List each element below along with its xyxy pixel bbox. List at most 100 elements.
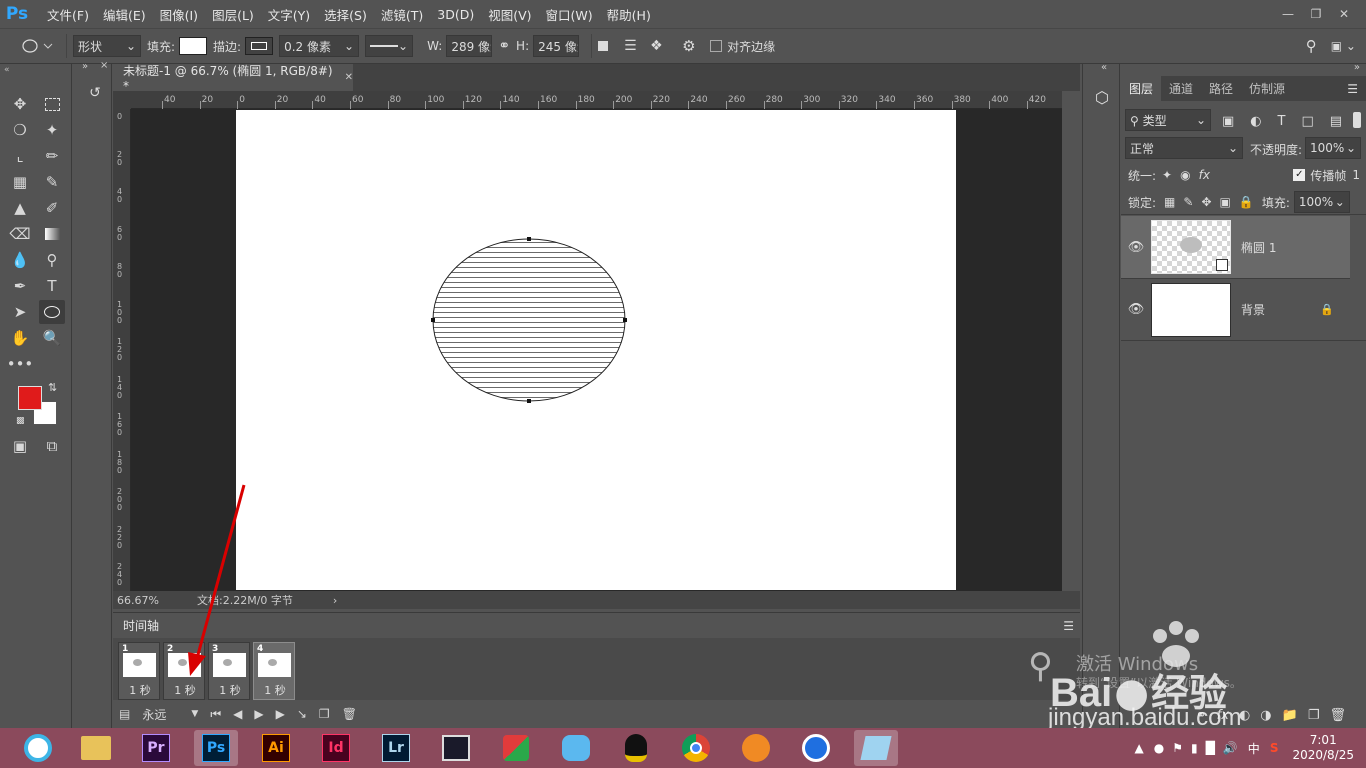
- smart-object-filter-icon[interactable]: ▤: [1330, 114, 1342, 129]
- tray-qq-icon[interactable]: ●: [1154, 741, 1164, 755]
- indesign-icon[interactable]: Id: [314, 730, 358, 766]
- notepad-app-icon[interactable]: [854, 730, 898, 766]
- clone-stamp-tool-icon[interactable]: ▲: [7, 196, 33, 220]
- lock-all-icon[interactable]: 🔒: [1239, 195, 1254, 209]
- crop-tool-icon[interactable]: ⌞: [7, 144, 33, 168]
- qq-icon[interactable]: [614, 730, 658, 766]
- stroke-type-select[interactable]: ⌄: [365, 35, 414, 57]
- menu-layer[interactable]: 图层(L): [205, 5, 261, 24]
- layer-row-ellipse[interactable]: 👁 椭圆 1: [1121, 216, 1350, 278]
- file-explorer-icon[interactable]: [74, 730, 118, 766]
- width-input[interactable]: 289 像素: [446, 35, 493, 57]
- document-tab[interactable]: 未标题-1 @ 66.7% (椭圆 1, RGB/8#) * ✕: [113, 64, 353, 93]
- tween-icon[interactable]: ↘: [297, 707, 307, 721]
- status-menu-icon[interactable]: ›: [333, 594, 337, 607]
- lightroom-icon[interactable]: Lr: [374, 730, 418, 766]
- fill-input[interactable]: 100% ⌄: [1293, 191, 1350, 213]
- restore-icon[interactable]: ❐: [1302, 4, 1330, 24]
- eye-icon[interactable]: 👁: [1121, 302, 1151, 317]
- filter-toggle[interactable]: [1353, 112, 1361, 128]
- history-icon[interactable]: ↺: [83, 82, 107, 104]
- tab-layers[interactable]: 图层: [1121, 76, 1162, 101]
- panel-menu-icon[interactable]: ☰: [1347, 76, 1358, 101]
- pen-tool-icon[interactable]: ✒: [7, 274, 33, 298]
- eyedropper-tool-icon[interactable]: ✏: [39, 144, 65, 168]
- loop-select[interactable]: 永远 ▼: [142, 706, 198, 723]
- quick-mask-icon[interactable]: ▣: [7, 434, 33, 458]
- tab-clone-source[interactable]: 仿制源: [1241, 76, 1293, 101]
- expand-panels-icon[interactable]: »: [82, 61, 88, 72]
- chrome-icon[interactable]: [674, 730, 718, 766]
- duplicate-frame-icon[interactable]: ❐: [319, 707, 330, 721]
- tray-flag-icon[interactable]: ⚑: [1172, 741, 1183, 755]
- align-edges-checkbox[interactable]: 对齐边缘: [710, 34, 775, 58]
- workspace-icon[interactable]: ▣ ⌄: [1331, 34, 1356, 58]
- next-frame-icon[interactable]: ▶: [276, 707, 285, 721]
- 3d-cube-icon[interactable]: ⬡: [1091, 86, 1113, 108]
- tray-expand-icon[interactable]: ▲: [1135, 741, 1144, 755]
- menu-edit[interactable]: 编辑(E): [96, 5, 153, 24]
- menu-view[interactable]: 视图(V): [481, 5, 538, 24]
- swap-colors-icon[interactable]: ⇅: [48, 381, 57, 394]
- lock-position-icon[interactable]: ✥: [1201, 195, 1211, 209]
- stroke-swatch[interactable]: [245, 37, 274, 55]
- link-icon[interactable]: ⚭: [498, 34, 510, 58]
- eye-icon[interactable]: 👁: [1121, 240, 1151, 255]
- play-icon[interactable]: ▶: [254, 707, 263, 721]
- frame-duration[interactable]: 1 秒: [164, 682, 206, 698]
- menu-filter[interactable]: 滤镜(T): [374, 5, 430, 24]
- history-brush-tool-icon[interactable]: ✐: [39, 196, 65, 220]
- menu-select[interactable]: 选择(S): [317, 5, 374, 24]
- previous-frame-icon[interactable]: ◀: [233, 707, 242, 721]
- first-frame-icon[interactable]: ⏮: [210, 707, 221, 722]
- close-panel-icon[interactable]: ×: [100, 60, 108, 71]
- healing-brush-tool-icon[interactable]: ▦: [7, 170, 33, 194]
- convert-timeline-icon[interactable]: ▤: [119, 707, 130, 721]
- pixel-filter-icon[interactable]: ▣: [1222, 114, 1234, 129]
- collapse-icon[interactable]: »: [1354, 62, 1360, 73]
- unify-position-icon[interactable]: ✦: [1162, 168, 1172, 182]
- collapse-icon[interactable]: «: [1101, 62, 1107, 73]
- lasso-tool-icon[interactable]: ❍: [7, 118, 33, 142]
- premiere-icon[interactable]: Pr: [134, 730, 178, 766]
- propagate-checkbox[interactable]: ✓: [1293, 169, 1306, 181]
- dodge-tool-icon[interactable]: ⚲: [39, 248, 65, 272]
- frame-duration[interactable]: 1 秒: [119, 682, 161, 698]
- frame-duration[interactable]: 1 秒: [254, 682, 296, 698]
- path-operations-icon[interactable]: [598, 34, 618, 58]
- toolbox-collapse-icon[interactable]: «: [4, 65, 10, 75]
- photoshop-taskbar-icon[interactable]: Ps: [194, 730, 238, 766]
- clock[interactable]: 7:01 2020/8/25: [1292, 733, 1354, 763]
- sogou-icon[interactable]: [794, 730, 838, 766]
- unify-style-icon[interactable]: fx: [1199, 168, 1210, 182]
- ellipse-tool-icon[interactable]: [39, 300, 65, 324]
- wps-icon[interactable]: [494, 730, 538, 766]
- layer-name[interactable]: 椭圆 1: [1241, 239, 1276, 256]
- start-button-icon[interactable]: [18, 730, 58, 766]
- eraser-tool-icon[interactable]: ⌫: [7, 222, 33, 246]
- gear-icon[interactable]: ⚙: [682, 34, 704, 58]
- layer-row-background[interactable]: 👁 背景 🔒: [1121, 278, 1350, 340]
- zoom-tool-icon[interactable]: 🔍: [39, 326, 65, 350]
- tab-channels[interactable]: 通道: [1161, 76, 1201, 101]
- adjustment-filter-icon[interactable]: ◐: [1250, 114, 1261, 129]
- blur-tool-icon[interactable]: 💧: [7, 248, 33, 272]
- foreground-color-swatch[interactable]: [18, 386, 42, 410]
- ime-indicator[interactable]: 中: [1248, 740, 1260, 757]
- menu-file[interactable]: 文件(F): [40, 5, 96, 24]
- ellipse-tool-preset[interactable]: [18, 34, 54, 58]
- path-arrangement-icon[interactable]: ❖: [650, 34, 676, 58]
- search-icon[interactable]: ⚲: [1306, 34, 1317, 58]
- menu-window[interactable]: 窗口(W): [539, 5, 600, 24]
- move-tool-icon[interactable]: ✥: [7, 92, 33, 116]
- menu-3d[interactable]: 3D(D): [430, 7, 481, 22]
- shape-mode-select[interactable]: 形状 ⌄: [73, 35, 141, 57]
- lock-transparent-icon[interactable]: ▦: [1164, 195, 1175, 209]
- minimize-icon[interactable]: —: [1274, 4, 1302, 24]
- lock-image-icon[interactable]: ✎: [1183, 195, 1193, 209]
- brush-tool-icon[interactable]: ✎: [39, 170, 65, 194]
- menu-image[interactable]: 图像(I): [153, 5, 205, 24]
- lock-artboard-icon[interactable]: ▣: [1220, 195, 1231, 209]
- hand-tool-icon[interactable]: ✋: [7, 326, 33, 350]
- horizontal-ruler[interactable]: 40 20 0 20 40 60 80 100 120 140 160 180 200 220 240 260…: [131, 91, 1062, 109]
